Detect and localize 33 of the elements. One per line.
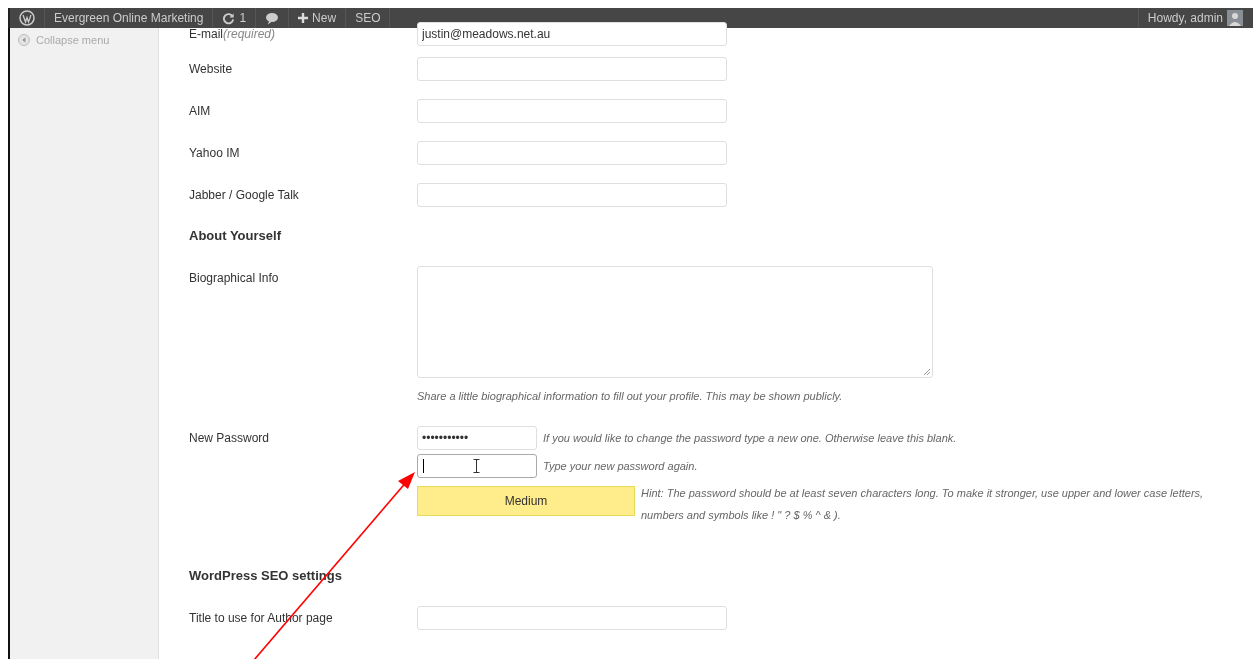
comment-bubble-icon[interactable] bbox=[265, 11, 280, 25]
wordpress-logo-icon[interactable] bbox=[19, 10, 35, 26]
text-cursor-icon bbox=[473, 459, 480, 473]
field-description: Share a little biographical information to fill out your profile. This may be shown publicly. bbox=[417, 390, 844, 402]
account-menu[interactable]: Howdy, admin bbox=[1137, 8, 1253, 28]
field-label: New Password bbox=[189, 430, 271, 445]
refresh-icon bbox=[222, 11, 236, 25]
resize-handle-icon[interactable] bbox=[923, 368, 930, 375]
text-field[interactable] bbox=[417, 141, 727, 165]
avatar-icon bbox=[1227, 10, 1243, 26]
field-label: E-mail(required) bbox=[189, 26, 277, 41]
text-field[interactable] bbox=[417, 606, 727, 630]
field-label: Jabber / Google Talk bbox=[189, 187, 300, 202]
field-description: If you would like to change the password type a new one. Otherwise leave this blank. bbox=[543, 432, 957, 444]
repeat-password-field[interactable] bbox=[417, 454, 537, 478]
password-hint: Hint: The password should be at least seven characters long. To make it stronger, use upper and lower case letters, numbers and symbols like ! " ? $ % ^ & ). bbox=[641, 486, 1205, 523]
field-label: Biographical Info bbox=[189, 270, 280, 285]
text-field[interactable]: justin@meadows.net.au bbox=[417, 22, 727, 46]
text-field[interactable] bbox=[417, 99, 727, 123]
new-content-link[interactable]: New bbox=[289, 8, 347, 28]
field-label: Yahoo IM bbox=[189, 145, 241, 160]
password-field[interactable]: ••••••••••• bbox=[417, 426, 537, 450]
updates-link[interactable]: 1 bbox=[213, 8, 257, 28]
seo-menu-link[interactable]: SEO bbox=[346, 8, 391, 28]
field-label: Website bbox=[189, 61, 234, 76]
biography-textarea[interactable] bbox=[417, 266, 933, 378]
section-heading: About Yourself bbox=[189, 228, 282, 244]
text-field[interactable] bbox=[417, 183, 727, 207]
text-field[interactable] bbox=[417, 57, 727, 81]
plus-icon bbox=[298, 13, 309, 23]
field-description: Type your new password again. bbox=[543, 460, 698, 472]
field-label: AIM bbox=[189, 103, 212, 118]
password-strength-indicator: Medium bbox=[417, 486, 635, 516]
